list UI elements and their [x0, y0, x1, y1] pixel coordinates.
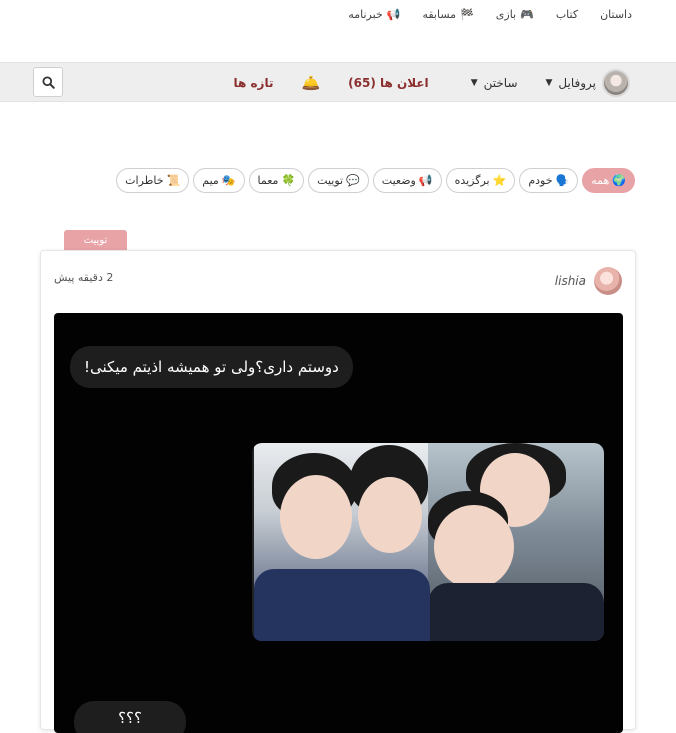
post-card: lishia 2 دقیقه پیش دوستم داری؟ولی تو همی…: [40, 250, 636, 733]
author-name: lishia: [554, 274, 586, 288]
avatar: [602, 69, 630, 97]
chip-label: وضعیت: [381, 174, 416, 187]
notifications-link[interactable]: اعلان ها (65): [348, 76, 429, 90]
megaphone-icon: 📢: [386, 8, 401, 21]
chip-label: همه: [591, 174, 610, 187]
chip-label: میم: [202, 174, 219, 187]
topnav-label: بازی: [495, 8, 517, 21]
chevron-down-icon: ▼: [545, 78, 553, 88]
photo-right: [252, 443, 430, 641]
topnav-label: داستان: [600, 8, 632, 21]
globe-icon: 🌍: [612, 174, 626, 187]
post-type-tab: توییت: [64, 230, 127, 251]
avatar: [594, 267, 622, 295]
photo-collage: [252, 443, 604, 641]
build-label: ساختن: [483, 76, 518, 90]
scroll-icon: 📜: [166, 174, 181, 187]
photo-left: [428, 443, 604, 641]
chip-meme[interactable]: 🎭 میم: [193, 168, 245, 193]
post-timestamp: 2 دقیقه پیش: [54, 271, 114, 284]
post-image[interactable]: دوستم داری؟ولی تو همیشه اذیتم میکنی! ؟؟؟: [54, 313, 623, 733]
filter-chips: 🌍 همه 🗣️ خودم ⭐ برگزیده 📢 وضعیت 💬 توییت …: [116, 168, 635, 193]
speaking-head-icon: 🗣️: [555, 174, 570, 187]
header-menu: پروفایل ▼ ساختن ▼ اعلان ها (65) 🛎️ تازه …: [233, 63, 630, 103]
chip-label: برگزیده: [454, 174, 490, 187]
topnav-label: مسابقه: [422, 8, 457, 21]
bell-icon[interactable]: 🛎️: [301, 74, 320, 92]
person-face: [358, 477, 422, 553]
search-button[interactable]: [33, 67, 63, 97]
chip-label: معما: [257, 174, 279, 187]
chip-mine[interactable]: 🗣️ خودم: [519, 168, 579, 193]
chip-tweet[interactable]: 💬 توییت: [308, 168, 369, 193]
chevron-down-icon: ▼: [470, 78, 478, 88]
profile-menu[interactable]: پروفایل ▼: [545, 69, 630, 97]
post-author[interactable]: lishia: [555, 267, 622, 295]
chat-bubble: ؟؟؟: [74, 701, 186, 733]
header-bar: پروفایل ▼ ساختن ▼ اعلان ها (65) 🛎️ تازه …: [0, 62, 676, 102]
chip-all[interactable]: 🌍 همه: [582, 168, 635, 193]
topnav-item-stories[interactable]: داستان: [600, 8, 632, 21]
person-jacket: [254, 569, 430, 641]
person-face: [434, 505, 514, 589]
checkered-flag-icon: 🏁: [460, 8, 474, 21]
person-face: [280, 475, 352, 559]
chip-riddle[interactable]: 🍀 معما: [248, 168, 305, 193]
theater-masks-icon: 🎭: [221, 174, 236, 187]
chip-memories[interactable]: 📜 خاطرات: [116, 168, 190, 193]
topnav-item-games[interactable]: 🎮 بازی: [496, 8, 534, 21]
topnav-label: خبرنامه: [348, 8, 383, 21]
build-menu[interactable]: ساختن ▼: [471, 76, 518, 90]
chip-label: توییت: [317, 174, 344, 187]
chip-featured[interactable]: ⭐ برگزیده: [445, 168, 516, 193]
chip-label: خاطرات: [125, 174, 164, 187]
speech-bubble-icon: 💬: [346, 174, 360, 187]
chip-status[interactable]: 📢 وضعیت: [372, 168, 442, 193]
news-link[interactable]: تازه ها: [233, 76, 273, 90]
topnav-item-books[interactable]: کتاب: [556, 8, 578, 21]
post-header: lishia 2 دقیقه پیش: [54, 267, 622, 297]
top-navigation: داستان کتاب 🎮 بازی 🏁 مسابقه 📢 خبرنامه: [348, 8, 632, 21]
person-jacket: [428, 583, 604, 641]
gamepad-icon: 🎮: [520, 8, 534, 21]
profile-label: پروفایل: [558, 76, 596, 90]
chat-bubble: دوستم داری؟ولی تو همیشه اذیتم میکنی!: [70, 346, 353, 388]
search-icon: [41, 75, 55, 89]
topnav-item-newsletter[interactable]: 📢 خبرنامه: [348, 8, 400, 21]
star-icon: ⭐: [492, 174, 507, 187]
clover-icon: 🍀: [281, 174, 296, 187]
megaphone-icon: 📢: [418, 174, 433, 187]
topnav-label: کتاب: [555, 8, 579, 21]
chip-label: خودم: [528, 174, 553, 187]
topnav-item-contest[interactable]: 🏁 مسابقه: [422, 8, 473, 21]
